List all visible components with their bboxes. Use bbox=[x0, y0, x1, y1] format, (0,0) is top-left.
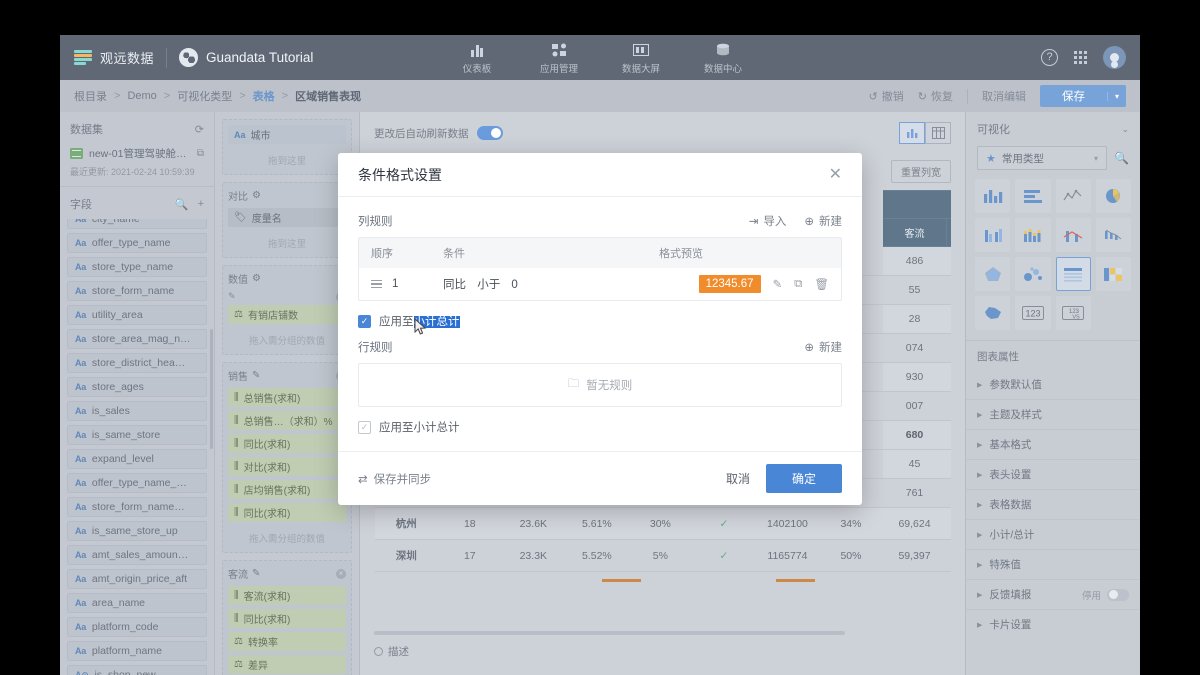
rule-value: 0 bbox=[511, 279, 518, 291]
close-icon[interactable]: ✕ bbox=[829, 166, 842, 183]
apply-subtotal-row-label: 应用至小计总计 bbox=[379, 422, 460, 434]
rules-table-header: 顺序 条件 格式预览 bbox=[359, 238, 841, 268]
new-label: 新建 bbox=[819, 342, 842, 354]
dialog-footer-actions: 取消 确定 bbox=[726, 464, 842, 493]
rule-operator: 小于 bbox=[477, 279, 501, 291]
rule-field: 同比 bbox=[443, 279, 466, 291]
edit-icon[interactable]: ✎ bbox=[773, 277, 783, 291]
apply-label-prefix: 应用至 bbox=[379, 316, 414, 328]
dialog-header: 条件格式设置 ✕ bbox=[338, 153, 862, 197]
dialog-footer: ⇄ 保存并同步 取消 确定 bbox=[338, 451, 862, 505]
empty-box-icon: 🗀 bbox=[567, 377, 580, 390]
sync-icon: ⇄ bbox=[358, 473, 368, 486]
import-icon: ⇥ bbox=[748, 216, 759, 228]
import-label: 导入 bbox=[763, 216, 787, 228]
new-label: 新建 bbox=[819, 216, 842, 228]
header-preview: 格式预览 bbox=[659, 248, 703, 260]
dialog-body: 列规则 ⇥ 导入 ⊕ 新建 顺序 条件 格式预览 1 同比 小于 0 12345… bbox=[338, 197, 862, 451]
row-rules-header: 行规则 ⊕ 新建 bbox=[358, 339, 842, 355]
dialog-title: 条件格式设置 bbox=[358, 166, 442, 183]
column-rules-label: 列规则 bbox=[358, 216, 393, 228]
apply-subtotal-column-row[interactable]: ✓ 应用至小计总计 bbox=[358, 313, 842, 329]
rule-order: 1 bbox=[371, 278, 443, 290]
column-rules-actions: ⇥ 导入 ⊕ 新建 bbox=[749, 213, 842, 229]
new-column-rule-button[interactable]: ⊕ 新建 bbox=[804, 213, 842, 229]
sync-label: 保存并同步 bbox=[373, 473, 432, 486]
header-order: 顺序 bbox=[371, 248, 393, 260]
rule-condition: 同比 小于 0 bbox=[443, 276, 659, 292]
plus-circle-icon: ⊕ bbox=[804, 216, 814, 228]
header-condition: 条件 bbox=[443, 248, 465, 260]
rule-row[interactable]: 1 同比 小于 0 12345.67 ✎ ⧉ 🗑 bbox=[359, 268, 841, 300]
import-rules-button[interactable]: ⇥ 导入 bbox=[749, 213, 787, 229]
conditional-format-dialog: 条件格式设置 ✕ 列规则 ⇥ 导入 ⊕ 新建 顺序 条件 格式预览 1 同比 小… bbox=[338, 153, 862, 505]
apply-subtotal-row-checkbox[interactable]: ✓ bbox=[358, 420, 371, 434]
column-rules-header: 列规则 ⇥ 导入 ⊕ 新建 bbox=[358, 213, 842, 229]
empty-rules-label: 暂无规则 bbox=[586, 380, 633, 392]
row-rules-actions: ⊕ 新建 bbox=[804, 339, 842, 355]
empty-row-rules: 🗀 暂无规则 bbox=[358, 363, 842, 407]
row-rules-label: 行规则 bbox=[358, 342, 393, 354]
rule-order-number: 1 bbox=[392, 278, 399, 290]
apply-subtotal-row-row[interactable]: ✓ 应用至小计总计 bbox=[358, 419, 842, 435]
apply-label-highlight: 小计总计 bbox=[413, 316, 460, 328]
save-and-sync-button[interactable]: ⇄ 保存并同步 bbox=[358, 471, 431, 487]
apply-subtotal-column-checkbox[interactable]: ✓ bbox=[358, 314, 371, 328]
rule-preview-cell: 12345.67 ✎ ⧉ 🗑 bbox=[659, 275, 829, 293]
confirm-button[interactable]: 确定 bbox=[765, 464, 842, 493]
new-row-rule-button[interactable]: ⊕ 新建 bbox=[804, 339, 842, 355]
cancel-button[interactable]: 取消 bbox=[726, 470, 750, 487]
delete-icon[interactable]: 🗑 bbox=[814, 277, 829, 291]
app-screen: 观远数据 Guandata Tutorial 仪表板 应用管理 数据大屏 数据中… bbox=[60, 35, 1140, 675]
plus-circle-icon: ⊕ bbox=[804, 342, 814, 354]
drag-handle-icon[interactable] bbox=[371, 279, 382, 289]
column-rules-table: 顺序 条件 格式预览 1 同比 小于 0 12345.67 ✎ ⧉ 🗑 bbox=[358, 237, 842, 301]
apply-subtotal-column-label: 应用至小计总计 bbox=[379, 313, 460, 329]
copy-icon[interactable]: ⧉ bbox=[794, 278, 802, 291]
format-preview-chip: 12345.67 bbox=[698, 275, 761, 293]
